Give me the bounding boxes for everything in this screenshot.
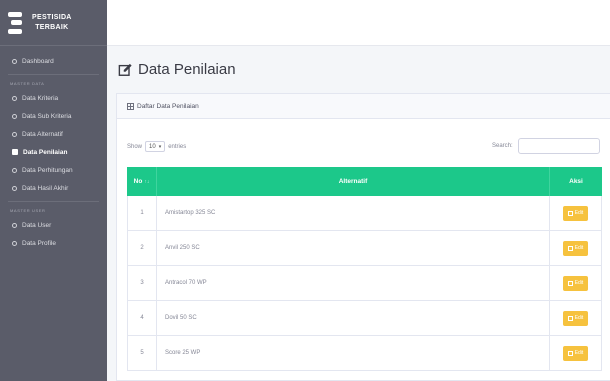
sidebar-item-label: Data Sub Kriteria (22, 112, 72, 120)
brand-title: PESTISIDA TERBAIK (32, 13, 72, 33)
cell-no: 1 (127, 196, 157, 230)
profile-icon (12, 240, 17, 246)
entries-control: Show 10 ▾ entries (127, 141, 186, 152)
table-row: 3 Antracol 70 WP Edit (127, 266, 602, 301)
brand[interactable]: PESTISIDA TERBAIK (0, 0, 107, 46)
search-label: Search: (492, 143, 513, 149)
entries-label: entries (168, 143, 187, 150)
edit-icon (118, 63, 132, 76)
sidebar-item-data-hasil-akhir[interactable]: Data Hasil Akhir (0, 179, 107, 197)
divider (8, 201, 99, 202)
user-icon (12, 222, 17, 228)
sidebar-item-label: Data Kriteria (22, 94, 59, 102)
sidebar-item-label: Data Profile (22, 239, 56, 247)
sidebar-item-label: Data User (22, 221, 52, 229)
edit-button[interactable]: Edit (563, 275, 588, 291)
column-label: Alternatif (338, 178, 368, 185)
edit-icon (567, 315, 573, 321)
edit-icon (567, 280, 573, 286)
penilaian-table: No ↑↓ Alternatif Aksi 1 Amistartop 325 S… (127, 167, 602, 371)
column-header-no[interactable]: No ↑↓ (127, 167, 157, 196)
column-label: Aksi (569, 178, 583, 185)
brand-line1: PESTISIDA (32, 13, 72, 21)
cell-alternatif: Anvil 250 SC (157, 231, 550, 265)
edit-label: Edit (574, 210, 584, 216)
cell-no: 2 (127, 231, 157, 265)
edit-button[interactable]: Edit (563, 345, 588, 361)
sidebar-item-data-profile[interactable]: Data Profile (0, 234, 107, 252)
circle-icon (12, 113, 17, 119)
cell-aksi: Edit (550, 266, 602, 300)
cell-aksi: Edit (550, 301, 602, 335)
entries-select[interactable]: 10 ▾ (145, 141, 166, 152)
divider (8, 74, 99, 75)
entries-value: 10 (149, 143, 156, 150)
table-row: 2 Anvil 250 SC Edit (127, 231, 602, 266)
edit-button[interactable]: Edit (563, 205, 588, 221)
search-control: Search: (492, 138, 600, 154)
table-row: 1 Amistartop 325 SC Edit (127, 196, 602, 231)
table-row: 5 Score 25 WP Edit (127, 336, 602, 371)
sidebar-item-label: Data Penilaian (23, 148, 68, 156)
sidebar-item-data-user[interactable]: Data User (0, 216, 107, 234)
edit-icon (567, 210, 573, 216)
sidebar-item-dashboard[interactable]: Dashboard (0, 52, 107, 70)
column-label: No (133, 178, 143, 185)
sidebar-section-user: MASTER USER (10, 208, 46, 213)
page-title: Data Penilaian (118, 61, 236, 78)
circle-icon (12, 131, 17, 137)
sidebar-item-label: Data Hasil Akhir (22, 184, 69, 192)
column-header-alternatif[interactable]: Alternatif (157, 167, 550, 196)
dashboard-icon (12, 58, 17, 64)
cell-no: 4 (127, 301, 157, 335)
edit-label: Edit (574, 280, 584, 286)
penilaian-card: Daftar Data Penilaian Show 10 ▾ entries … (116, 93, 610, 381)
chevron-down-icon: ▾ (158, 143, 162, 150)
cell-no: 5 (127, 336, 157, 370)
table-row: 4 Dovil 50 SC Edit (127, 301, 602, 336)
circle-icon (12, 167, 17, 173)
sidebar-item-data-sub-kriteria[interactable]: Data Sub Kriteria (0, 107, 107, 125)
circle-icon (12, 95, 17, 101)
cell-alternatif: Antracol 70 WP (157, 266, 550, 300)
edit-button[interactable]: Edit (563, 240, 588, 256)
brand-line2: TERBAIK (35, 23, 69, 31)
edit-icon (567, 350, 573, 356)
table-icon (127, 102, 134, 110)
edit-label: Edit (574, 350, 584, 356)
cell-aksi: Edit (550, 336, 602, 370)
edit-icon (12, 149, 18, 155)
cell-alternatif: Dovil 50 SC (157, 301, 550, 335)
sidebar: PESTISIDA TERBAIK Dashboard MASTER DATA … (0, 0, 107, 381)
logo-icon (8, 11, 22, 34)
cell-aksi: Edit (550, 231, 602, 265)
table-controls: Show 10 ▾ entries Search: (117, 137, 610, 155)
sidebar-item-label: Data Perhitungan (22, 166, 73, 174)
sidebar-item-data-alternatif[interactable]: Data Alternatif (0, 125, 107, 143)
show-label: Show (127, 143, 143, 150)
sidebar-item-data-kriteria[interactable]: Data Kriteria (0, 89, 107, 107)
cell-alternatif: Amistartop 325 SC (157, 196, 550, 230)
sidebar-item-label: Dashboard (22, 57, 54, 65)
card-header: Daftar Data Penilaian (117, 94, 610, 119)
topbar (107, 0, 610, 46)
sidebar-item-data-perhitungan[interactable]: Data Perhitungan (0, 161, 107, 179)
cell-no: 3 (127, 266, 157, 300)
edit-label: Edit (574, 315, 584, 321)
sidebar-section-master: MASTER DATA (10, 81, 45, 86)
sort-icon: ↑↓ (144, 178, 150, 185)
sidebar-item-data-penilaian[interactable]: Data Penilaian (0, 143, 107, 161)
circle-icon (12, 185, 17, 191)
cell-alternatif: Score 25 WP (157, 336, 550, 370)
edit-label: Edit (574, 245, 584, 251)
column-header-aksi[interactable]: Aksi (550, 167, 602, 196)
cell-aksi: Edit (550, 196, 602, 230)
sidebar-item-label: Data Alternatif (22, 130, 63, 138)
page-title-text: Data Penilaian (138, 61, 236, 78)
edit-button[interactable]: Edit (563, 310, 588, 326)
search-input[interactable] (517, 138, 600, 154)
table-header: No ↑↓ Alternatif Aksi (127, 167, 602, 196)
edit-icon (567, 245, 573, 251)
card-header-title: Daftar Data Penilaian (137, 102, 199, 110)
